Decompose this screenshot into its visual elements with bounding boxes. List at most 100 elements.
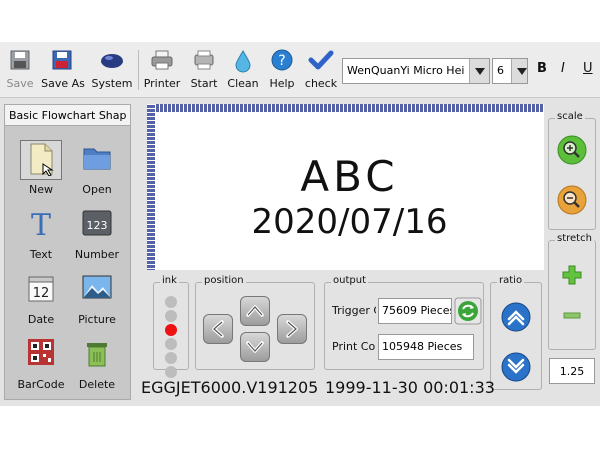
bold-button[interactable]: B [537, 61, 547, 76]
font-family-select[interactable]: WenQuanYi Micro Hei [342, 58, 490, 84]
qr-code-icon [28, 339, 54, 365]
save-icon [10, 50, 30, 70]
ruler-horizontal [147, 104, 544, 112]
chevron-up-icon [246, 305, 264, 317]
delete-button[interactable]: Delete [69, 335, 125, 391]
underline-button[interactable]: U [583, 61, 593, 76]
help-label: Help [269, 77, 295, 90]
trigger-count-field[interactable]: 75609 Pieces [378, 298, 452, 324]
printer-icon [151, 50, 173, 70]
check-button[interactable]: check [303, 46, 339, 94]
stretch-decrease-button[interactable] [561, 310, 583, 322]
date-button[interactable]: 12 Date [13, 270, 69, 326]
help-icon: ? [271, 49, 293, 71]
new-file-icon [30, 143, 54, 176]
save-as-label: Save As [41, 77, 85, 90]
number-icon-text: 123 [87, 219, 108, 232]
svg-text:?: ? [278, 53, 285, 69]
checkmark-icon [308, 50, 334, 70]
calendar-icon-text: 12 [33, 286, 50, 301]
picture-button[interactable]: Picture [69, 270, 125, 326]
move-right-button[interactable] [277, 314, 307, 344]
move-up-button[interactable] [240, 296, 270, 326]
printer-button[interactable]: Printer [142, 46, 182, 94]
start-print-icon [194, 50, 214, 70]
picture-icon [82, 275, 112, 299]
start-label: Start [190, 77, 218, 90]
ink-level-dot [165, 324, 177, 336]
ink-title: ink [160, 275, 179, 286]
folder-icon [83, 148, 111, 170]
print-count-label: Print Cou [332, 340, 376, 353]
italic-button[interactable]: I [561, 61, 565, 76]
calendar-icon: 12 [28, 276, 54, 302]
printer-label: Printer [143, 77, 181, 90]
ratio-down-button[interactable] [501, 352, 531, 382]
print-canvas[interactable]: ABC 2020/07/16 [155, 112, 544, 270]
save-label: Save [6, 77, 34, 90]
ratio-title: ratio [497, 275, 525, 286]
number-label: Number [74, 248, 120, 261]
canvas-text-line-2[interactable]: 2020/07/16 [155, 202, 544, 242]
chevron-down-icon[interactable] [469, 59, 489, 83]
trash-can-icon [87, 343, 107, 367]
clean-label: Clean [227, 77, 259, 90]
chevron-left-icon [212, 320, 224, 338]
system-mouse-icon [101, 54, 123, 68]
scale-title: scale [555, 111, 585, 122]
tab-basic-flowchart-shapes[interactable]: Basic Flowchart Shap [4, 104, 131, 126]
ratio-up-button[interactable] [501, 302, 531, 332]
help-button[interactable]: ? Help [266, 46, 298, 94]
chevron-right-icon [286, 320, 298, 338]
check-label: check [304, 77, 338, 90]
stretch-title: stretch [555, 233, 594, 244]
output-title: output [331, 275, 368, 286]
canvas-text-line-1[interactable]: ABC [155, 152, 544, 201]
open-label: Open [82, 183, 112, 196]
text-label: Text [29, 248, 53, 261]
font-size-select[interactable]: 6 [492, 58, 528, 84]
toolbar-separator [138, 50, 139, 90]
font-size-value: 6 [497, 64, 504, 77]
position-title: position [202, 275, 246, 286]
new-label: New [29, 183, 53, 196]
move-down-button[interactable] [240, 332, 270, 362]
ink-level-dot [165, 310, 177, 322]
barcode-button[interactable]: BarCode [13, 335, 69, 391]
stretch-increase-button[interactable] [561, 264, 583, 286]
delete-label: Delete [78, 378, 116, 391]
date-label: Date [27, 313, 55, 326]
chevron-down-icon[interactable] [511, 59, 527, 83]
barcode-label: BarCode [17, 378, 65, 391]
new-button[interactable]: New [13, 140, 69, 196]
trigger-count-label: Trigger C [332, 304, 376, 317]
picture-label: Picture [78, 313, 116, 326]
number-icon: 123 [82, 210, 112, 236]
system-button[interactable]: System [90, 46, 134, 94]
save-button[interactable]: Save [2, 46, 38, 94]
ink-level-dot [165, 352, 177, 364]
move-left-button[interactable] [203, 314, 233, 344]
text-button[interactable]: T Text [13, 205, 69, 261]
zoom-out-button[interactable] [557, 185, 587, 215]
chevron-down-icon [246, 341, 264, 353]
number-button[interactable]: 123 Number [69, 205, 125, 261]
save-as-button[interactable]: Save As [40, 46, 86, 94]
font-family-value: WenQuanYi Micro Hei [347, 64, 465, 77]
ruler-vertical [147, 104, 155, 270]
zoom-in-button[interactable] [557, 135, 587, 165]
reset-counter-button[interactable] [454, 297, 482, 325]
clean-button[interactable]: Clean [226, 46, 260, 94]
scale-value-field[interactable]: 1.25 [549, 358, 595, 384]
firmware-version: EGGJET6000.V191205 [141, 378, 319, 397]
ink-drop-icon [235, 49, 251, 73]
print-count-field[interactable]: 105948 Pieces [378, 334, 474, 360]
ink-level-dot [165, 366, 177, 378]
save-as-icon [52, 50, 72, 70]
ink-level-dot [165, 296, 177, 308]
ink-level-dot [165, 338, 177, 350]
status-datetime: 1999-11-30 00:01:33 [325, 378, 495, 397]
stretch-group: stretch [548, 233, 596, 350]
open-button[interactable]: Open [69, 140, 125, 196]
start-button[interactable]: Start [186, 46, 222, 94]
